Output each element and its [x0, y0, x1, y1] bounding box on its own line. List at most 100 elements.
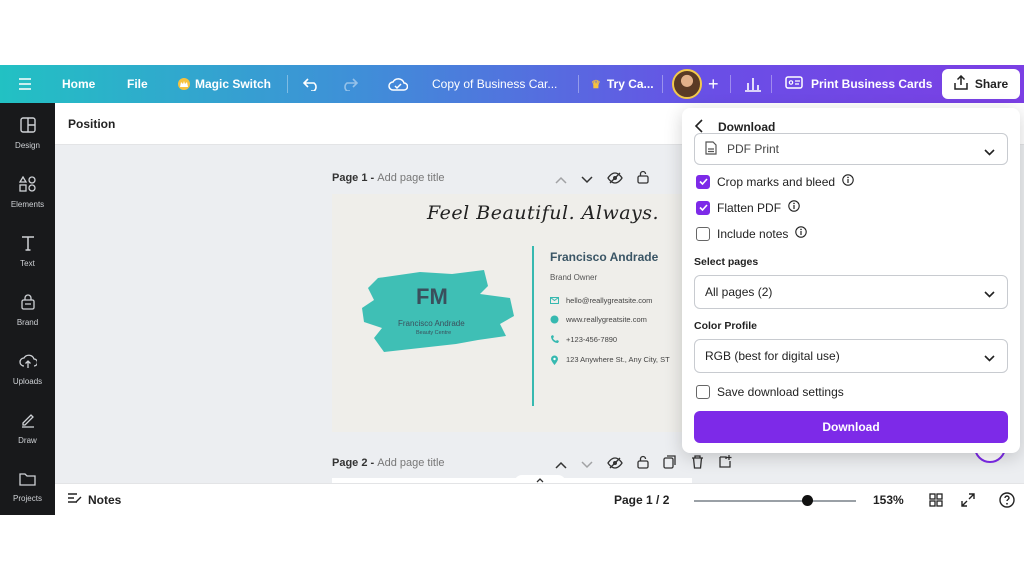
- divider: [287, 75, 288, 93]
- help-icon[interactable]: [999, 484, 1015, 515]
- crop-marks-option[interactable]: Crop marks and bleed: [696, 174, 854, 189]
- info-icon[interactable]: [795, 226, 808, 241]
- hide-page-icon[interactable]: [607, 171, 623, 189]
- download-button[interactable]: Download: [694, 411, 1008, 443]
- contact-address[interactable]: 123 Anywhere St., Any City, ST: [550, 355, 670, 365]
- card-role[interactable]: Brand Owner: [550, 273, 597, 282]
- select-pages-label: Select pages: [694, 256, 759, 268]
- page-number: Page 2 -: [332, 457, 378, 469]
- brand-icon: [20, 293, 36, 315]
- menu-icon[interactable]: [18, 65, 32, 103]
- chevron-down-icon[interactable]: [581, 456, 593, 474]
- layout-icon: [19, 116, 36, 138]
- add-collaborator-icon[interactable]: +: [708, 65, 719, 103]
- page-number: Page 1 -: [332, 172, 378, 184]
- crown-icon: ♛: [591, 78, 601, 91]
- notes-icon: [67, 493, 82, 507]
- position-button[interactable]: Position: [68, 117, 115, 131]
- try-pro-button[interactable]: ♛ Try Ca...: [591, 65, 654, 103]
- sidebar-item-label: Draw: [18, 435, 37, 445]
- page-2-tools: [555, 455, 732, 474]
- add-page-icon[interactable]: [718, 455, 732, 474]
- save-settings-checkbox[interactable]: [696, 385, 710, 399]
- text-icon: [20, 235, 36, 256]
- lock-icon[interactable]: [637, 170, 649, 189]
- magic-switch-button[interactable]: Magic Switch: [178, 65, 271, 103]
- page-2-header: Page 2 - Add page title: [332, 457, 445, 469]
- insights-icon[interactable]: [744, 65, 762, 103]
- sidebar-item-projects[interactable]: Projects: [0, 462, 55, 512]
- chevron-up-icon[interactable]: [555, 171, 567, 189]
- select-pages-dropdown[interactable]: All pages (2): [694, 275, 1008, 309]
- page-title-input[interactable]: Add page title: [377, 457, 444, 469]
- info-icon[interactable]: [842, 174, 854, 189]
- page-indicator[interactable]: Page 1 / 2: [614, 484, 669, 515]
- crop-marks-label: Crop marks and bleed: [717, 174, 836, 189]
- notes-button[interactable]: Notes: [67, 484, 121, 515]
- download-panel: Download PDF Print Crop marks and bleed …: [682, 108, 1020, 453]
- redo-icon[interactable]: [340, 65, 358, 103]
- sidebar-item-label: Text: [20, 258, 35, 268]
- zoom-level[interactable]: 153%: [873, 484, 904, 515]
- include-notes-checkbox[interactable]: [696, 226, 710, 241]
- color-profile-value: RGB (best for digital use): [705, 349, 840, 363]
- card-tagline[interactable]: Feel Beautiful. Always.: [427, 202, 659, 224]
- include-notes-option[interactable]: Include notes: [696, 226, 808, 241]
- chevron-down-icon[interactable]: [581, 171, 593, 189]
- chevron-up-icon[interactable]: [555, 456, 567, 474]
- sidebar-item-label: Projects: [13, 493, 42, 503]
- grid-view-icon[interactable]: [929, 484, 943, 515]
- card-divider: [532, 246, 534, 406]
- sidebar-item-text[interactable]: Text: [0, 226, 55, 276]
- sidebar-item-label: Brand: [16, 317, 39, 327]
- color-profile-dropdown[interactable]: RGB (best for digital use): [694, 339, 1008, 373]
- fullscreen-icon[interactable]: [961, 484, 975, 515]
- share-button[interactable]: Share: [942, 69, 1020, 99]
- undo-icon[interactable]: [303, 65, 321, 103]
- zoom-slider[interactable]: [694, 500, 856, 502]
- crown-icon: [178, 78, 190, 90]
- shapes-icon: [18, 175, 37, 197]
- sidebar-item-label: Uploads: [12, 376, 43, 386]
- sidebar-item-uploads[interactable]: Uploads: [0, 344, 55, 394]
- download-panel-title: Download: [718, 120, 776, 134]
- sidebar-item-elements[interactable]: Elements: [0, 167, 55, 217]
- chevron-down-icon: [984, 287, 995, 301]
- document-title[interactable]: Copy of Business Car...: [432, 65, 557, 103]
- page-title-input[interactable]: Add page title: [377, 172, 444, 184]
- crop-marks-checkbox[interactable]: [696, 174, 710, 189]
- left-sidebar: Design Elements Text Brand Uploads Draw …: [0, 103, 55, 515]
- brush-stroke-logo-shape[interactable]: [360, 264, 518, 356]
- save-settings-option[interactable]: Save download settings: [696, 385, 844, 399]
- print-business-cards-button[interactable]: Print Business Cards: [785, 65, 932, 103]
- sidebar-item-brand[interactable]: Brand: [0, 285, 55, 335]
- sidebar-item-draw[interactable]: Draw: [0, 403, 55, 453]
- file-type-select[interactable]: PDF Print: [694, 133, 1008, 165]
- home-button[interactable]: Home: [62, 65, 95, 103]
- divider: [578, 75, 579, 93]
- color-profile-label: Color Profile: [694, 320, 758, 332]
- flatten-pdf-option[interactable]: Flatten PDF: [696, 200, 800, 215]
- file-menu[interactable]: File: [127, 65, 148, 103]
- file-type-value: PDF Print: [727, 142, 780, 156]
- hide-page-icon[interactable]: [607, 456, 623, 474]
- avatar[interactable]: [672, 69, 702, 99]
- card-name[interactable]: Francisco Andrade: [550, 250, 658, 264]
- duplicate-page-icon[interactable]: [663, 455, 677, 474]
- delete-page-icon[interactable]: [691, 455, 704, 474]
- flatten-pdf-checkbox[interactable]: [696, 200, 710, 215]
- pen-icon: [20, 412, 36, 433]
- contact-website[interactable]: www.reallygreatsite.com: [550, 315, 647, 324]
- zoom-slider-handle[interactable]: [801, 495, 813, 506]
- business-card-page-1[interactable]: Feel Beautiful. Always. FM Francisco And…: [332, 194, 692, 432]
- sidebar-item-design[interactable]: Design: [0, 108, 55, 158]
- contact-email[interactable]: hello@reallygreatsite.com: [550, 296, 652, 305]
- cloud-saved-icon[interactable]: [388, 65, 408, 103]
- top-bar: Home File Magic Switch Copy of Business …: [0, 65, 1024, 103]
- sidebar-item-label: Design: [15, 140, 40, 150]
- contact-phone[interactable]: +123-456-7890: [550, 335, 617, 344]
- bottom-bar: Notes Page 1 / 2 153%: [55, 483, 1024, 515]
- lock-icon[interactable]: [637, 455, 649, 474]
- info-icon[interactable]: [788, 200, 800, 215]
- include-notes-label: Include notes: [717, 226, 789, 241]
